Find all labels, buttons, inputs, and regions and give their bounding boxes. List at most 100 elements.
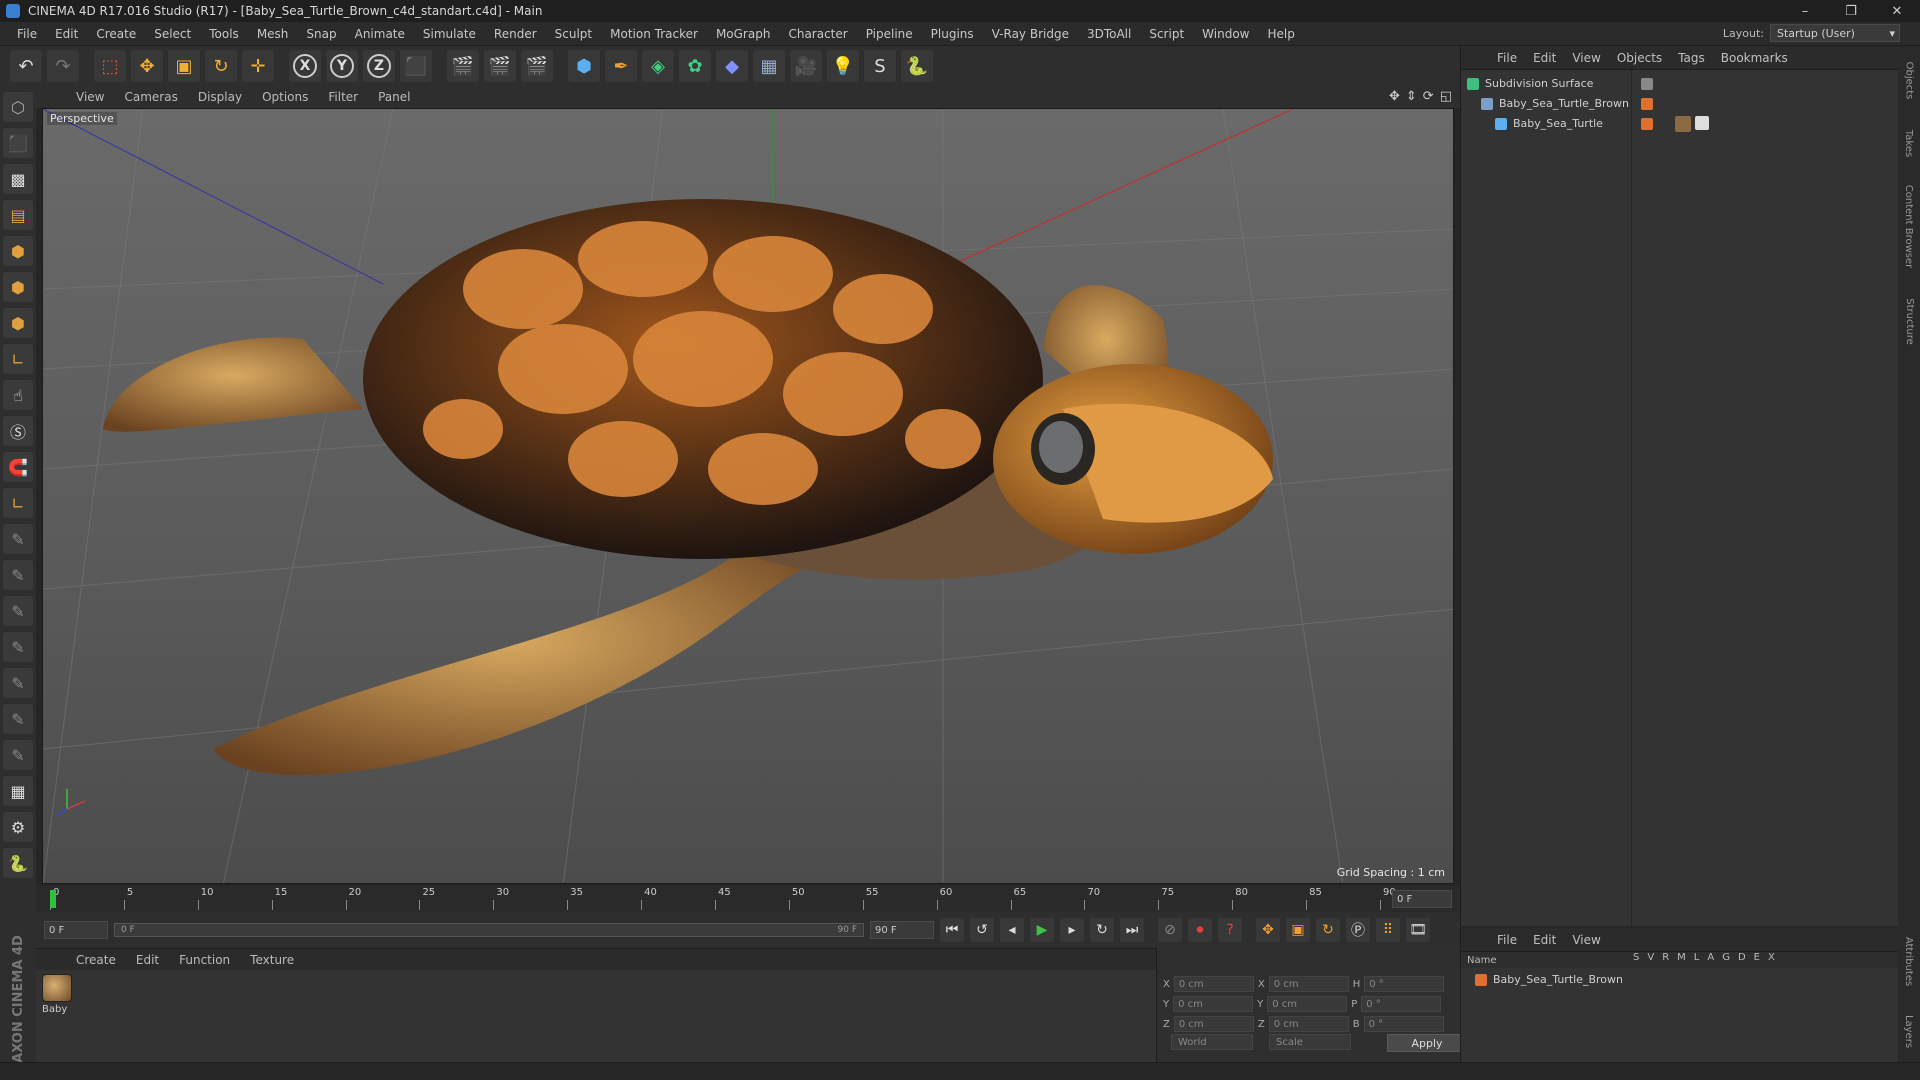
menu-help[interactable]: Help: [1258, 27, 1303, 41]
record-keys-button[interactable]: ⊘: [1158, 918, 1182, 942]
menu-create[interactable]: Create: [87, 27, 145, 41]
object-row-subdivision[interactable]: Subdivision Surface: [1467, 74, 1593, 93]
menu-motion-tracker[interactable]: Motion Tracker: [601, 27, 707, 41]
menu-edit[interactable]: Edit: [46, 27, 87, 41]
floor-button[interactable]: ▦: [753, 50, 785, 82]
objmgr-menu-file[interactable]: File: [1489, 51, 1525, 65]
sculpt-brush-7-button[interactable]: ✎: [3, 740, 33, 770]
menu-plugins[interactable]: Plugins: [922, 27, 983, 41]
render-view-button[interactable]: 🎬: [447, 50, 479, 82]
previous-key-button[interactable]: ↺: [970, 918, 994, 942]
sculpt-brush-3-button[interactable]: ✎: [3, 596, 33, 626]
transform-mode-select[interactable]: Scale: [1269, 1034, 1351, 1050]
make-editable-button[interactable]: ⬡: [3, 92, 33, 122]
key-scale-button[interactable]: ▣: [1286, 918, 1310, 942]
range-slider[interactable]: 0 F 90 F: [114, 923, 864, 937]
deformer-button[interactable]: ◆: [716, 50, 748, 82]
menu-window[interactable]: Window: [1193, 27, 1258, 41]
object-row-turtle[interactable]: Baby_Sea_Turtle: [1495, 114, 1603, 133]
go-to-end-button[interactable]: ⏭: [1120, 918, 1144, 942]
viewport-menu-filter[interactable]: Filter: [318, 90, 368, 104]
texture-tag-icon[interactable]: [1695, 116, 1709, 130]
menu-character[interactable]: Character: [779, 27, 856, 41]
live-selection-button[interactable]: ⬚: [94, 50, 126, 82]
start-frame-field[interactable]: 0 F: [44, 921, 108, 939]
menu-mograph[interactable]: MoGraph: [707, 27, 780, 41]
sculpt-brush-6-button[interactable]: ✎: [3, 704, 33, 734]
material-menu-function[interactable]: Function: [169, 953, 240, 967]
light-button[interactable]: 💡: [827, 50, 859, 82]
rot-p-field[interactable]: 0 °: [1361, 996, 1442, 1012]
layermgr-menu-edit[interactable]: Edit: [1525, 933, 1564, 947]
end-frame-field[interactable]: 90 F: [870, 921, 934, 939]
record-button[interactable]: ⏺: [1188, 918, 1212, 942]
material-menu-edit[interactable]: Edit: [126, 953, 169, 967]
python-script-button[interactable]: 🐍: [3, 848, 33, 878]
auto-key-button[interactable]: ?: [1218, 918, 1242, 942]
timeline-window-button[interactable]: 🎞: [1406, 918, 1430, 942]
objmgr-menu-edit[interactable]: Edit: [1525, 51, 1564, 65]
sculpt-brush-4-button[interactable]: ✎: [3, 632, 33, 662]
rotate-tool-button[interactable]: ↻: [205, 50, 237, 82]
sculpt-brush-1-button[interactable]: ✎: [3, 524, 33, 554]
go-to-start-button[interactable]: ⏮: [940, 918, 964, 942]
coordinate-mode-select[interactable]: World: [1171, 1034, 1253, 1050]
layer-color-tag[interactable]: [1641, 98, 1653, 110]
size-y-field[interactable]: 0 cm: [1267, 996, 1348, 1012]
object-row-turtle-brown[interactable]: Baby_Sea_Turtle_Brown: [1481, 94, 1629, 113]
model-mode-button[interactable]: ⬛: [3, 128, 33, 158]
subdivision-button[interactable]: ◈: [642, 50, 674, 82]
next-frame-button[interactable]: ▸: [1060, 918, 1084, 942]
layermgr-menu-file[interactable]: File: [1489, 933, 1525, 947]
previous-frame-button[interactable]: ◂: [1000, 918, 1024, 942]
menu-simulate[interactable]: Simulate: [414, 27, 485, 41]
snap-toggle-button[interactable]: Ⓢ: [3, 416, 33, 446]
rot-h-field[interactable]: 0 °: [1364, 976, 1445, 992]
side-tab-takes[interactable]: Takes: [1898, 118, 1920, 168]
x-axis-button[interactable]: X: [289, 50, 321, 82]
menu-script[interactable]: Script: [1140, 27, 1193, 41]
rot-b-field[interactable]: 0 °: [1363, 1016, 1444, 1032]
redo-button[interactable]: ↷: [47, 50, 79, 82]
pan-icon[interactable]: ✥: [1389, 89, 1400, 104]
locked-workplane-button[interactable]: ∟: [3, 488, 33, 518]
grid-lock-button[interactable]: ▦: [3, 776, 33, 806]
y-axis-button[interactable]: Y: [326, 50, 358, 82]
cube-object-button[interactable]: ⬢: [568, 50, 600, 82]
texture-mode-button[interactable]: ▩: [3, 164, 33, 194]
playhead[interactable]: [50, 890, 56, 908]
objmgr-menu-view[interactable]: View: [1564, 51, 1608, 65]
viewport-menu-cameras[interactable]: Cameras: [114, 90, 187, 104]
size-z-field[interactable]: 0 cm: [1268, 1016, 1349, 1032]
viewport-menu-options[interactable]: Options: [252, 90, 318, 104]
side-tab-content-browser[interactable]: Content Browser: [1898, 176, 1920, 276]
layout-select[interactable]: Startup (User) ▾: [1770, 24, 1900, 42]
menu-select[interactable]: Select: [145, 27, 200, 41]
objmgr-menu-tags[interactable]: Tags: [1670, 51, 1713, 65]
timeline-ruler[interactable]: 0 5 10 15 20 25 30 35 40 45 50 55 60 65 70 75 80 85 90 0 F: [36, 886, 1460, 912]
key-pla-button[interactable]: ⠿: [1376, 918, 1400, 942]
render-settings-button[interactable]: 🎬: [521, 50, 553, 82]
scale-tool-button[interactable]: ▣: [168, 50, 200, 82]
play-button[interactable]: ▶: [1030, 918, 1054, 942]
tweak-mode-button[interactable]: ☝: [3, 380, 33, 410]
menu-tools[interactable]: Tools: [200, 27, 248, 41]
menu-snap[interactable]: Snap: [297, 27, 345, 41]
menu-render[interactable]: Render: [485, 27, 546, 41]
side-tab-layers[interactable]: Layers: [1898, 1006, 1920, 1056]
transform-tool-button[interactable]: ✛: [242, 50, 274, 82]
undo-button[interactable]: ↶: [10, 50, 42, 82]
sculpt-brush-5-button[interactable]: ✎: [3, 668, 33, 698]
z-axis-button[interactable]: Z: [363, 50, 395, 82]
orbit-icon[interactable]: ⟳: [1423, 89, 1434, 104]
mograph-cloner-button[interactable]: ✿: [679, 50, 711, 82]
pen-spline-button[interactable]: ✒: [605, 50, 637, 82]
menu-vray-bridge[interactable]: V-Ray Bridge: [983, 27, 1078, 41]
menu-file[interactable]: File: [8, 27, 46, 41]
menu-pipeline[interactable]: Pipeline: [857, 27, 922, 41]
pos-y-field[interactable]: 0 cm: [1173, 996, 1254, 1012]
maximize-view-icon[interactable]: ◱: [1440, 89, 1452, 104]
points-mode-button[interactable]: ⬢: [3, 236, 33, 266]
pos-z-field[interactable]: 0 cm: [1173, 1016, 1254, 1032]
sculpt-brush-2-button[interactable]: ✎: [3, 560, 33, 590]
